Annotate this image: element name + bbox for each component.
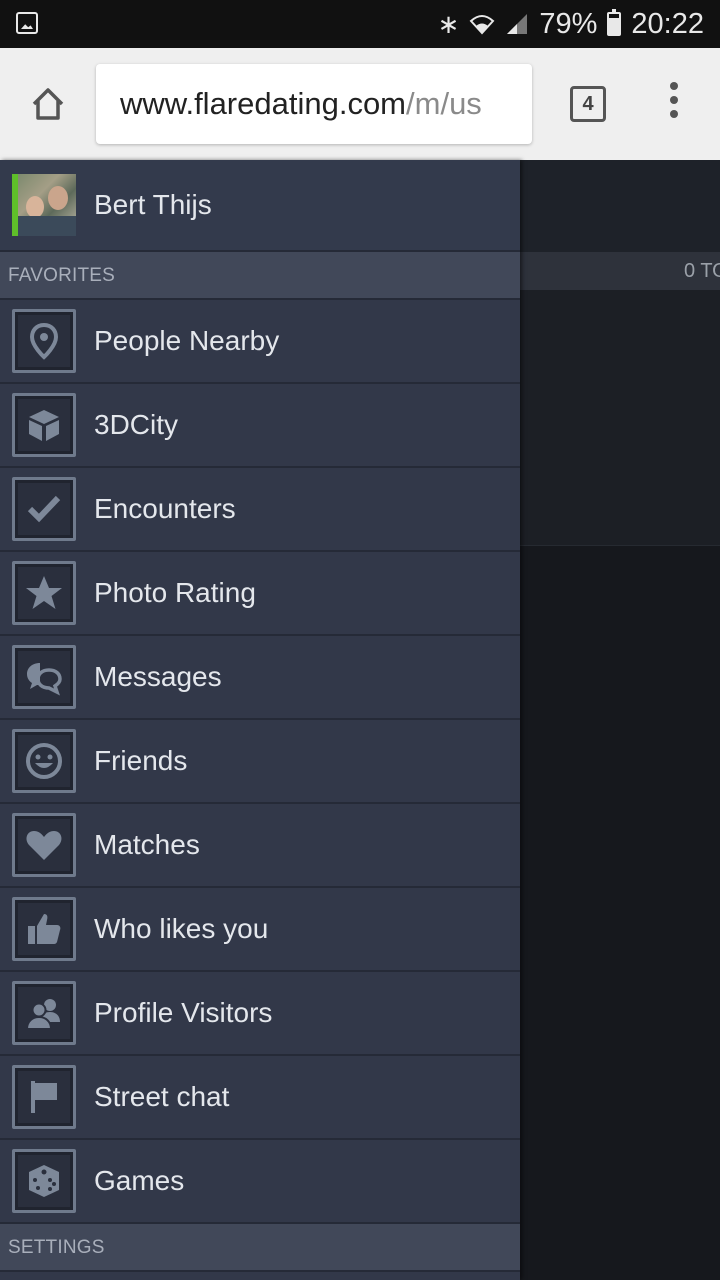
profile-row[interactable]: Bert Thijs xyxy=(0,160,520,252)
status-bar: ∗ 79% 20:22 xyxy=(0,0,720,48)
menu-item-encounters[interactable]: Encounters xyxy=(0,468,520,552)
address-bar[interactable]: www.flaredating.com/m/us xyxy=(96,64,532,144)
cube-icon xyxy=(12,393,76,457)
overflow-menu-icon[interactable] xyxy=(666,82,682,126)
favorites-section-header: FAVORITES xyxy=(0,252,520,300)
clock: 20:22 xyxy=(631,7,704,40)
profile-name: Bert Thijs xyxy=(94,189,212,220)
chat-bubbles-icon xyxy=(12,645,76,709)
menu-item-profile-visitors[interactable]: Profile Visitors xyxy=(0,972,520,1056)
settings-section-header: SETTINGS xyxy=(0,1224,520,1272)
image-notification-icon xyxy=(16,12,38,34)
location-pin-icon xyxy=(12,309,76,373)
star-icon xyxy=(12,561,76,625)
bluetooth-icon: ∗ xyxy=(437,8,460,39)
menu-item-3dcity[interactable]: 3DCity xyxy=(0,384,520,468)
menu-item-people-nearby[interactable]: People Nearby xyxy=(0,300,520,384)
background-panel xyxy=(520,290,720,546)
menu-item-label: Friends xyxy=(94,745,188,776)
menu-item-label: People Nearby xyxy=(94,325,280,356)
menu-item-games[interactable]: Games xyxy=(0,1140,520,1224)
background-header xyxy=(520,160,720,252)
menu-item-label: 3DCity xyxy=(94,409,179,440)
wifi-icon xyxy=(469,13,495,35)
home-icon[interactable] xyxy=(28,84,68,124)
menu-item-label: Street chat xyxy=(94,1081,230,1112)
menu-item-street-chat[interactable]: Street chat xyxy=(0,1056,520,1140)
menu-item-label: Photo Rating xyxy=(94,577,256,608)
status-indicators: ∗ 79% 20:22 xyxy=(438,0,704,48)
menu-item-who-likes-you[interactable]: Who likes you xyxy=(0,888,520,972)
signal-icon xyxy=(505,13,529,35)
heart-icon xyxy=(12,813,76,877)
menu-item-label: Profile Visitors xyxy=(94,997,273,1028)
url-path: /m/us xyxy=(406,86,482,121)
menu-item-label: Matches xyxy=(94,829,200,860)
browser-toolbar: www.flaredating.com/m/us 4 xyxy=(0,48,720,160)
menu-item-messages[interactable]: Messages xyxy=(0,636,520,720)
menu-item-friends[interactable]: Friends xyxy=(0,720,520,804)
menu-item-photo-rating[interactable]: Photo Rating xyxy=(0,552,520,636)
battery-fill xyxy=(609,18,620,34)
url-domain: www.flaredating.com xyxy=(120,86,407,121)
battery-percent: 79% xyxy=(539,7,598,40)
battery-icon xyxy=(607,9,622,36)
navigation-drawer: Bert Thijs FAVORITES People Nearby 3DCit… xyxy=(0,160,520,1280)
tab-switcher-button[interactable]: 4 xyxy=(570,86,606,122)
thumbs-up-icon xyxy=(12,897,76,961)
menu-item-label: Who likes you xyxy=(94,913,269,944)
avatar[interactable] xyxy=(12,174,76,236)
users-icon xyxy=(12,981,76,1045)
background-strip: 0 TO xyxy=(520,252,720,290)
dice-icon xyxy=(12,1149,76,1213)
menu-item-label: Games xyxy=(94,1165,185,1196)
flag-icon xyxy=(12,1065,76,1129)
menu-item-matches[interactable]: Matches xyxy=(0,804,520,888)
smiley-icon xyxy=(12,729,76,793)
checkbox-icon xyxy=(12,477,76,541)
menu-item-label: Messages xyxy=(94,661,222,692)
menu-item-label: Encounters xyxy=(94,493,236,524)
